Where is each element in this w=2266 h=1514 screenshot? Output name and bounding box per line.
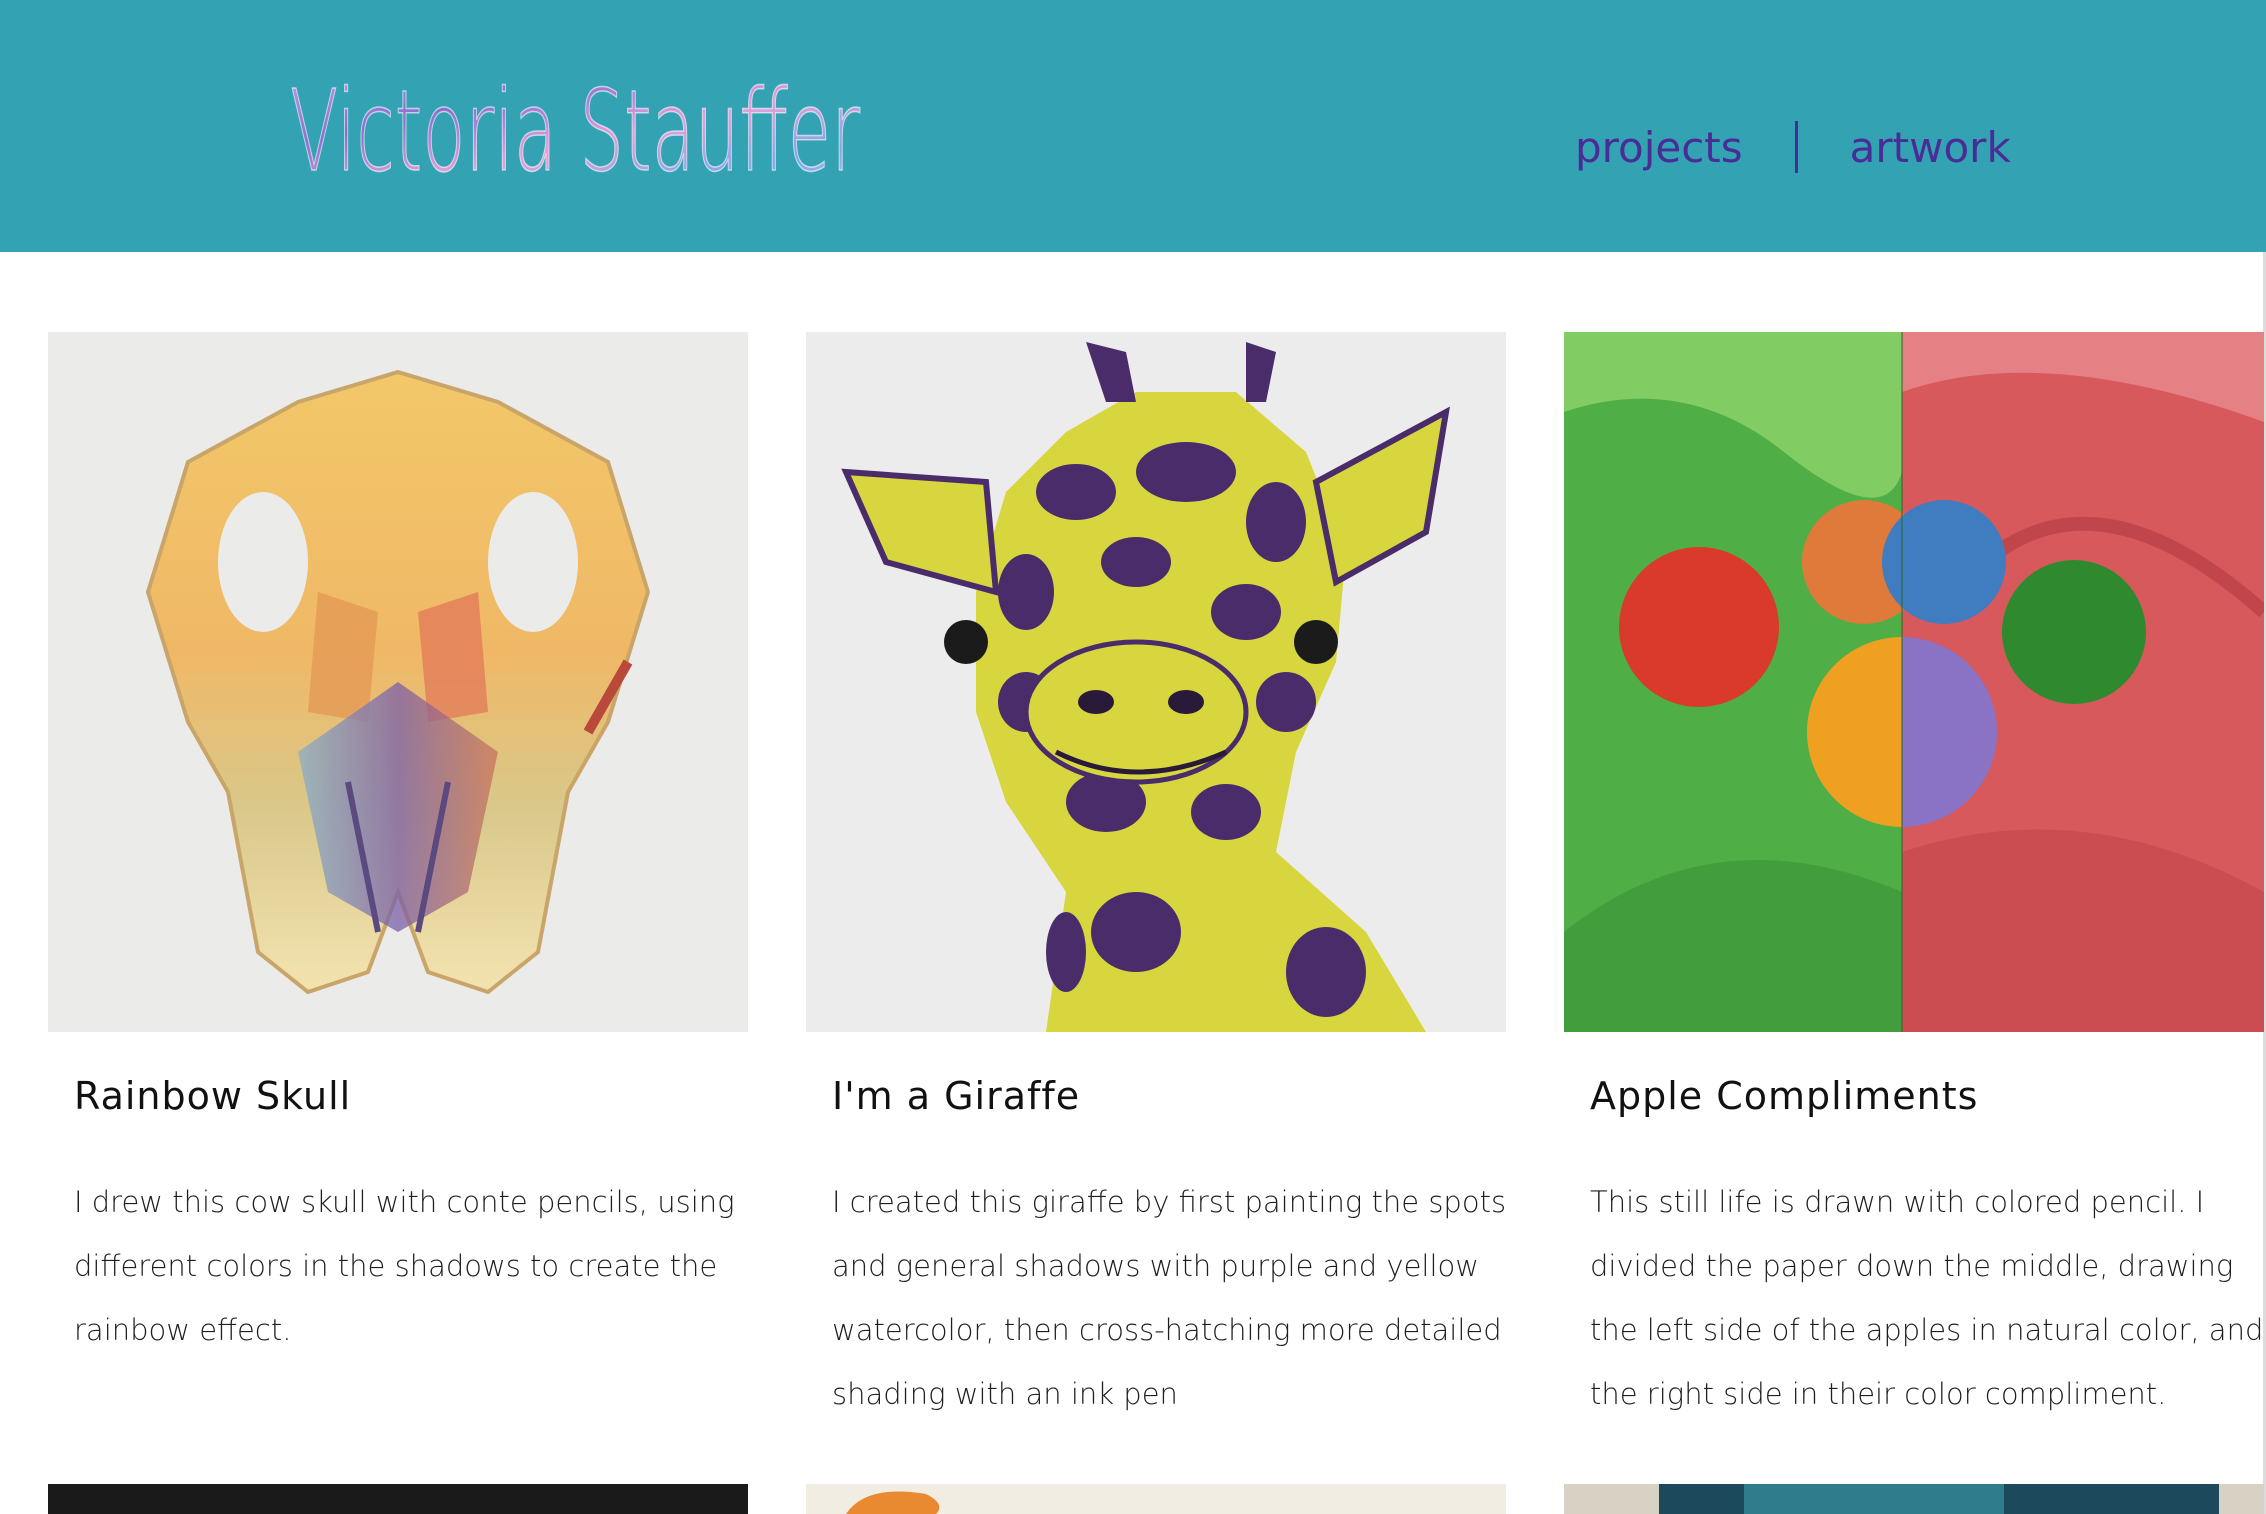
gallery-thumbnail[interactable]: [806, 1484, 1506, 1514]
nav-artwork-link[interactable]: artwork: [1850, 123, 2011, 172]
nav-divider: [1794, 121, 1798, 173]
site-logo[interactable]: Victoria Stauffer: [286, 58, 866, 198]
gallery-thumbnail[interactable]: [48, 1484, 748, 1514]
gallery-card[interactable]: I'm a Giraffe I created this giraffe by …: [806, 332, 1506, 1426]
gallery-thumbnail[interactable]: [1564, 1484, 2264, 1514]
main-nav: projects artwork: [1575, 112, 2011, 182]
apples-still-life-icon: [1564, 332, 2264, 1032]
skull-drawing-image[interactable]: [48, 332, 748, 1032]
card-title[interactable]: Rainbow Skull: [74, 1074, 748, 1118]
card-title[interactable]: I'm a Giraffe: [832, 1074, 1506, 1118]
svg-text:Victoria Stauffer: Victoria Stauffer: [290, 67, 860, 197]
site-header: Victoria Stauffer projects artwork: [0, 0, 2266, 252]
gallery-card[interactable]: Apple Compliments This still life is dra…: [1564, 332, 2264, 1426]
painting-thumbnail-icon: [1659, 1484, 2219, 1514]
giraffe-painting-image[interactable]: [806, 332, 1506, 1032]
card-title[interactable]: Apple Compliments: [1590, 1074, 2264, 1118]
logo-wordmark: Victoria Stauffer: [289, 66, 861, 198]
card-description: I drew this cow skull with conte pencils…: [74, 1185, 735, 1347]
nav-projects-link[interactable]: projects: [1575, 123, 1743, 172]
skull-drawing-icon: [48, 332, 748, 1032]
apples-still-life-image[interactable]: [1564, 332, 2264, 1032]
painting-thumbnail-icon: [846, 1491, 940, 1514]
card-description: I created this giraffe by first painting…: [832, 1185, 1507, 1411]
giraffe-painting-icon: [806, 332, 1506, 1032]
gallery-card[interactable]: Rainbow Skull I drew this cow skull with…: [48, 332, 748, 1362]
card-description: This still life is drawn with colored pe…: [1590, 1185, 2264, 1411]
